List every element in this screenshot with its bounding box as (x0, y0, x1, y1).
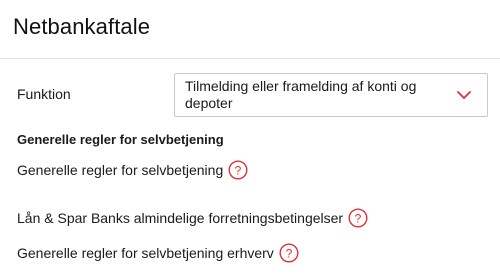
link-label[interactable]: Lån & Spar Banks almindelige forretnings… (17, 210, 343, 226)
link-label[interactable]: Generelle regler for selvbetjening (17, 162, 223, 178)
help-icon[interactable]: ? (279, 243, 299, 263)
svg-text:?: ? (355, 212, 362, 226)
function-label: Funktion (17, 86, 71, 102)
link-label[interactable]: Generelle regler for selvbetjening erhve… (17, 245, 274, 261)
function-select[interactable]: Tilmelding eller framelding af konti og … (174, 73, 488, 117)
title-divider (0, 58, 500, 59)
function-select-value: Tilmelding eller framelding af konti og … (185, 78, 417, 111)
link-self-service-rules[interactable]: Generelle regler for selvbetjening ? (17, 160, 248, 180)
link-business-self-service-rules[interactable]: Generelle regler for selvbetjening erhve… (17, 243, 299, 263)
chevron-down-icon (457, 91, 471, 99)
help-icon[interactable]: ? (348, 208, 368, 228)
svg-text:?: ? (235, 164, 242, 178)
link-general-terms[interactable]: Lån & Spar Banks almindelige forretnings… (17, 208, 368, 228)
page-title: Netbankaftale (13, 14, 151, 39)
rules-section-heading: Generelle regler for selvbetjening (17, 132, 224, 147)
help-icon[interactable]: ? (228, 160, 248, 180)
svg-text:?: ? (285, 247, 292, 261)
